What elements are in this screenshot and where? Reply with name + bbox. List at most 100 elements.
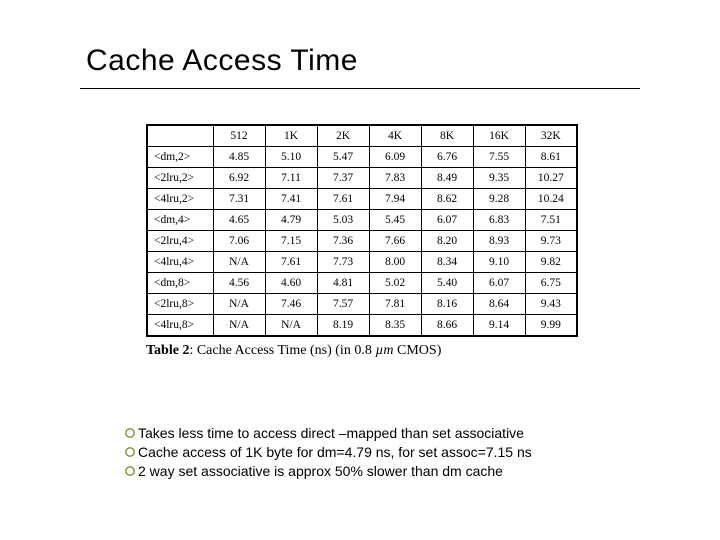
cell: 7.94 bbox=[369, 189, 421, 210]
col-header: 1K bbox=[265, 125, 317, 147]
cell: 6.09 bbox=[369, 147, 421, 168]
cell: 5.40 bbox=[421, 273, 473, 294]
caption-lead: Table 2 bbox=[146, 343, 189, 358]
cell: 8.20 bbox=[421, 231, 473, 252]
cell: 8.61 bbox=[525, 147, 577, 168]
table-row: <dm,2> 4.85 5.10 5.47 6.09 6.76 7.55 8.6… bbox=[147, 147, 577, 168]
cell: 5.02 bbox=[369, 273, 421, 294]
bullet-text: Takes less time to access direct –mapped… bbox=[138, 424, 524, 443]
cell: 9.82 bbox=[525, 252, 577, 273]
cell: 9.43 bbox=[525, 294, 577, 315]
cell: N/A bbox=[213, 294, 265, 315]
cell: 9.14 bbox=[473, 315, 525, 337]
table-header-row: 512 1K 2K 4K 8K 16K 32K bbox=[147, 125, 577, 147]
cell: 6.75 bbox=[525, 273, 577, 294]
caption-tail: CMOS) bbox=[394, 343, 442, 358]
cell: 8.93 bbox=[473, 231, 525, 252]
cell: 9.99 bbox=[525, 315, 577, 337]
row-label: <dm,4> bbox=[147, 210, 213, 231]
table-row: <2lru,8> N/A 7.46 7.57 7.81 8.16 8.64 9.… bbox=[147, 294, 577, 315]
col-header: 2K bbox=[317, 125, 369, 147]
cell: 7.66 bbox=[369, 231, 421, 252]
cell: 8.66 bbox=[421, 315, 473, 337]
cell: 8.35 bbox=[369, 315, 421, 337]
cell: 4.65 bbox=[213, 210, 265, 231]
cell: 5.10 bbox=[265, 147, 317, 168]
row-label: <dm,8> bbox=[147, 273, 213, 294]
row-label: <2lru,4> bbox=[147, 231, 213, 252]
cell: 4.56 bbox=[213, 273, 265, 294]
cell: 7.31 bbox=[213, 189, 265, 210]
cell: 7.11 bbox=[265, 168, 317, 189]
bullet-circle-icon bbox=[124, 446, 136, 458]
cell: 7.36 bbox=[317, 231, 369, 252]
row-label: <2lru,8> bbox=[147, 294, 213, 315]
table-row: <dm,8> 4.56 4.60 4.81 5.02 5.40 6.07 6.7… bbox=[147, 273, 577, 294]
cell: 7.37 bbox=[317, 168, 369, 189]
cell: 6.76 bbox=[421, 147, 473, 168]
cell: 8.62 bbox=[421, 189, 473, 210]
cell: 8.34 bbox=[421, 252, 473, 273]
col-header: 32K bbox=[525, 125, 577, 147]
cell: 8.64 bbox=[473, 294, 525, 315]
row-label: <2lru,2> bbox=[147, 168, 213, 189]
row-label: <4lru,2> bbox=[147, 189, 213, 210]
cell: 9.35 bbox=[473, 168, 525, 189]
cell: 8.16 bbox=[421, 294, 473, 315]
col-header: 8K bbox=[421, 125, 473, 147]
cell: 6.07 bbox=[421, 210, 473, 231]
table-row: <4lru,4> N/A 7.61 7.73 8.00 8.34 9.10 9.… bbox=[147, 252, 577, 273]
caption-unit: µm bbox=[375, 343, 393, 358]
table-row: <dm,4> 4.65 4.79 5.03 5.45 6.07 6.83 7.5… bbox=[147, 210, 577, 231]
cell: 4.85 bbox=[213, 147, 265, 168]
cell: 7.61 bbox=[265, 252, 317, 273]
cell: 7.51 bbox=[525, 210, 577, 231]
cell: 5.03 bbox=[317, 210, 369, 231]
table-row: <2lru,2> 6.92 7.11 7.37 7.83 8.49 9.35 1… bbox=[147, 168, 577, 189]
cell: 4.60 bbox=[265, 273, 317, 294]
cell: 7.61 bbox=[317, 189, 369, 210]
cell: 7.41 bbox=[265, 189, 317, 210]
cell: 6.83 bbox=[473, 210, 525, 231]
row-label: <4lru,4> bbox=[147, 252, 213, 273]
cell: N/A bbox=[265, 315, 317, 337]
cell: 8.19 bbox=[317, 315, 369, 337]
table-container: 512 1K 2K 4K 8K 16K 32K <dm,2> 4.85 5.10… bbox=[146, 124, 578, 359]
table-body: <dm,2> 4.85 5.10 5.47 6.09 6.76 7.55 8.6… bbox=[147, 147, 577, 337]
cell: 8.49 bbox=[421, 168, 473, 189]
bullet-text: Cache access of 1K byte for dm=4.79 ns, … bbox=[138, 443, 532, 462]
cell: 9.28 bbox=[473, 189, 525, 210]
cell: 9.10 bbox=[473, 252, 525, 273]
col-header: 512 bbox=[213, 125, 265, 147]
cell: 7.55 bbox=[473, 147, 525, 168]
table-caption: Table 2: Cache Access Time (ns) (in 0.8 … bbox=[146, 343, 578, 359]
cell: 7.83 bbox=[369, 168, 421, 189]
bullet-text: 2 way set associative is approx 50% slow… bbox=[138, 462, 503, 481]
table-row: <4lru,8> N/A N/A 8.19 8.35 8.66 9.14 9.9… bbox=[147, 315, 577, 337]
cell: 10.24 bbox=[525, 189, 577, 210]
cell: 7.06 bbox=[213, 231, 265, 252]
table-row: <2lru,4> 7.06 7.15 7.36 7.66 8.20 8.93 9… bbox=[147, 231, 577, 252]
list-item: Takes less time to access direct –mapped… bbox=[124, 424, 532, 443]
bullet-list: Takes less time to access direct –mapped… bbox=[124, 424, 532, 481]
cell: 4.79 bbox=[265, 210, 317, 231]
cell: 7.15 bbox=[265, 231, 317, 252]
caption-text: : Cache Access Time (ns) (in 0.8 bbox=[189, 343, 375, 358]
cell: 7.81 bbox=[369, 294, 421, 315]
cell: 4.81 bbox=[317, 273, 369, 294]
cell: 8.00 bbox=[369, 252, 421, 273]
cell: 7.46 bbox=[265, 294, 317, 315]
cell: 7.57 bbox=[317, 294, 369, 315]
row-label: <4lru,8> bbox=[147, 315, 213, 337]
col-header bbox=[147, 125, 213, 147]
list-item: Cache access of 1K byte for dm=4.79 ns, … bbox=[124, 443, 532, 462]
bullet-circle-icon bbox=[124, 427, 136, 439]
list-item: 2 way set associative is approx 50% slow… bbox=[124, 462, 532, 481]
cell: N/A bbox=[213, 252, 265, 273]
cell: 6.07 bbox=[473, 273, 525, 294]
cell: 5.45 bbox=[369, 210, 421, 231]
slide-title: Cache Access Time bbox=[86, 44, 358, 78]
cache-access-table: 512 1K 2K 4K 8K 16K 32K <dm,2> 4.85 5.10… bbox=[146, 124, 578, 337]
cell: 6.92 bbox=[213, 168, 265, 189]
cell: 9.73 bbox=[525, 231, 577, 252]
